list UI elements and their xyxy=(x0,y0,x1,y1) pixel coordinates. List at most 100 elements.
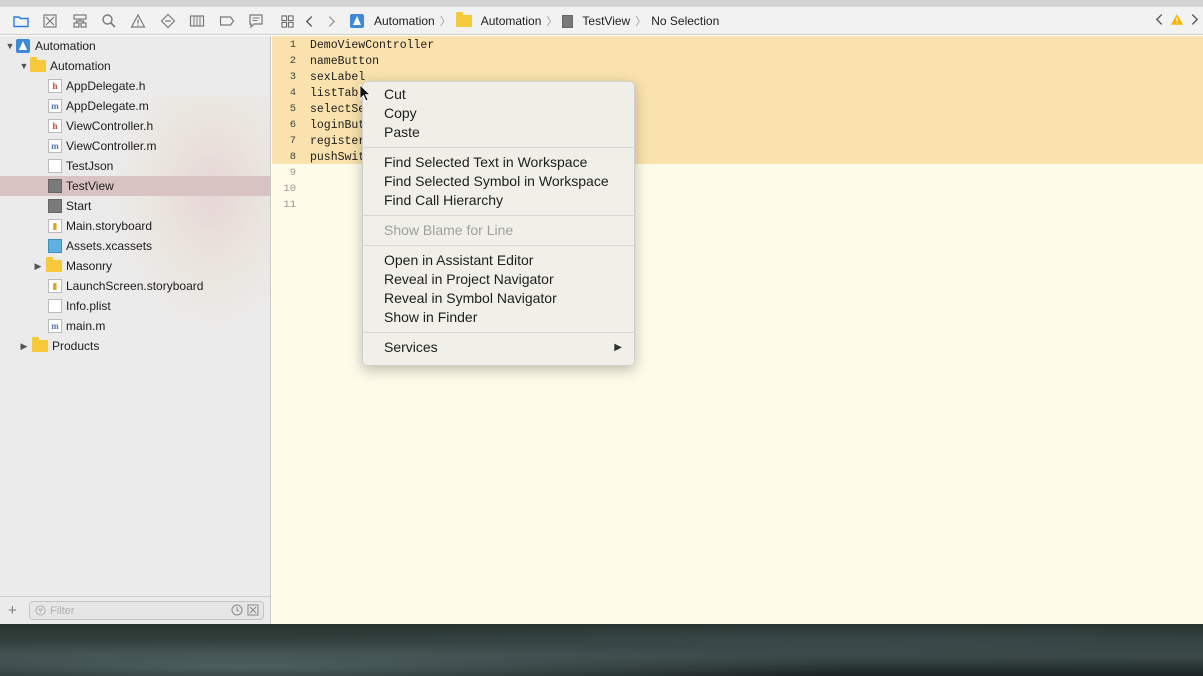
tree-item-group[interactable]: ▼ Automation xyxy=(0,56,270,76)
warning-icon[interactable] xyxy=(1170,13,1184,29)
filter-field[interactable] xyxy=(29,601,264,620)
source-control-icon[interactable] xyxy=(35,7,64,35)
breadcrumb-group-label: Automation xyxy=(480,14,542,28)
report-icon[interactable] xyxy=(242,7,271,35)
tree-item-testjson[interactable]: TestJson xyxy=(0,156,270,176)
tree-item-label: AppDelegate.m xyxy=(66,99,149,113)
header-file-icon: h xyxy=(48,119,62,133)
breadcrumb-selection[interactable]: No Selection xyxy=(651,14,719,28)
line-number: 10 xyxy=(283,183,296,195)
search-icon[interactable] xyxy=(94,7,123,35)
tree-item-testview[interactable]: TestView xyxy=(0,176,270,196)
next-issue-icon[interactable] xyxy=(1190,13,1199,29)
folder-icon xyxy=(32,337,48,352)
desktop-wallpaper xyxy=(0,624,1203,676)
tree-item-assets[interactable]: Assets.xcassets xyxy=(0,236,270,256)
line-text: selectSe xyxy=(310,102,366,116)
menu-item-find-selected-text[interactable]: Find Selected Text in Workspace xyxy=(363,153,634,172)
menu-item-services[interactable]: Services ▶ xyxy=(363,338,634,357)
project-icon xyxy=(350,14,364,28)
forward-arrow-icon[interactable] xyxy=(320,7,342,35)
debug-icon[interactable] xyxy=(183,7,212,35)
tree-item-appdelegate-h[interactable]: h AppDelegate.h xyxy=(0,76,270,96)
issue-icon[interactable] xyxy=(124,7,153,35)
menu-item-open-assistant-editor[interactable]: Open in Assistant Editor xyxy=(363,251,634,270)
tree-item-masonry[interactable]: ▶ Masonry xyxy=(0,256,270,276)
menu-separator xyxy=(363,245,634,246)
code-line[interactable]: 5 selectSe xyxy=(272,101,366,117)
document-icon xyxy=(48,199,62,213)
line-number: 9 xyxy=(289,167,296,179)
disclosure-collapsed-icon[interactable]: ▶ xyxy=(32,261,44,272)
tree-item-viewcontroller-m[interactable]: m ViewController.m xyxy=(0,136,270,156)
previous-issue-icon[interactable] xyxy=(1155,13,1164,29)
menu-item-paste[interactable]: Paste xyxy=(363,123,634,142)
disclosure-expanded-icon[interactable]: ▼ xyxy=(18,61,30,71)
folder-icon[interactable] xyxy=(6,7,35,35)
tree-item-infoplist[interactable]: Info.plist xyxy=(0,296,270,316)
breakpoint-icon[interactable] xyxy=(212,7,241,35)
document-icon xyxy=(48,179,62,193)
tree-item-label: AppDelegate.h xyxy=(66,79,146,93)
tree-item-main-m[interactable]: m main.m xyxy=(0,316,270,336)
menu-item-copy[interactable]: Copy xyxy=(363,104,634,123)
tree-item-project[interactable]: ▼ Automation xyxy=(0,36,270,56)
code-line[interactable]: 3 sexLabel xyxy=(272,69,366,85)
code-line[interactable]: 4 listTab xyxy=(272,85,359,101)
tree-item-products[interactable]: ▶ Products xyxy=(0,336,270,356)
jump-bar: Automation 〉 Automation 〉 TestView 〉 No … xyxy=(276,7,1203,35)
tree-item-label: Info.plist xyxy=(66,299,111,313)
tree-item-label: TestView xyxy=(66,179,114,193)
line-number: 11 xyxy=(283,199,296,211)
menu-item-find-call-hierarchy[interactable]: Find Call Hierarchy xyxy=(363,191,634,210)
symbol-icon[interactable] xyxy=(65,7,94,35)
tree-item-main-storyboard[interactable]: ▮ Main.storyboard xyxy=(0,216,270,236)
breadcrumb-group[interactable]: Automation xyxy=(455,12,542,28)
asset-catalog-icon xyxy=(48,239,62,253)
breadcrumb-project[interactable]: Automation xyxy=(350,14,435,28)
menu-item-cut[interactable]: Cut xyxy=(363,85,634,104)
header-file-icon: h xyxy=(48,79,62,93)
line-text: listTab xyxy=(310,86,359,100)
menu-item-reveal-project-navigator[interactable]: Reveal in Project Navigator xyxy=(363,270,634,289)
tree-item-label: ViewController.m xyxy=(66,139,157,153)
line-number: 3 xyxy=(289,71,296,83)
source-control-filter-icon[interactable] xyxy=(247,604,259,616)
code-line[interactable]: 10 xyxy=(272,181,310,197)
code-line[interactable]: 11 xyxy=(272,197,310,213)
tree-item-viewcontroller-h[interactable]: h ViewController.h xyxy=(0,116,270,136)
navigator-selector xyxy=(0,7,271,35)
disclosure-expanded-icon[interactable]: ▼ xyxy=(4,41,16,51)
add-icon[interactable]: + xyxy=(8,602,17,619)
line-number: 2 xyxy=(289,55,296,67)
back-arrow-icon[interactable] xyxy=(298,7,320,35)
code-line[interactable]: 2 nameButton xyxy=(272,53,379,69)
menu-item-show-in-finder[interactable]: Show in Finder xyxy=(363,308,634,327)
code-line[interactable]: 7 register xyxy=(272,133,366,149)
tree-item-launchscreen[interactable]: ▮ LaunchScreen.storyboard xyxy=(0,276,270,296)
line-text: register xyxy=(310,134,366,148)
filter-input[interactable] xyxy=(50,604,220,617)
xcode-window: Automation 〉 Automation 〉 TestView 〉 No … xyxy=(0,0,1203,624)
code-line[interactable]: 9 xyxy=(272,165,310,181)
tree-item-label: Automation xyxy=(50,59,111,73)
disclosure-collapsed-icon[interactable]: ▶ xyxy=(18,341,30,352)
related-items-icon[interactable] xyxy=(276,7,298,35)
code-line[interactable]: 8 pushSwit xyxy=(272,149,366,165)
menu-item-find-selected-symbol[interactable]: Find Selected Symbol in Workspace xyxy=(363,172,634,191)
menu-separator xyxy=(363,332,634,333)
tree-item-appdelegate-m[interactable]: m AppDelegate.m xyxy=(0,96,270,116)
recent-files-icon[interactable] xyxy=(231,604,243,616)
breadcrumb-file-label: TestView xyxy=(582,14,631,28)
test-icon[interactable] xyxy=(153,7,182,35)
context-menu: Cut Copy Paste Find Selected Text in Wor… xyxy=(362,81,635,366)
code-line[interactable]: 1 DemoViewController xyxy=(272,37,435,53)
tree-item-start[interactable]: Start xyxy=(0,196,270,216)
tree-item-label: Main.storyboard xyxy=(66,219,153,233)
tree-item-label: Masonry xyxy=(66,259,113,273)
title-strip xyxy=(0,0,1203,7)
file-icon xyxy=(562,14,574,28)
code-line[interactable]: 6 loginBut xyxy=(272,117,366,133)
menu-item-reveal-symbol-navigator[interactable]: Reveal in Symbol Navigator xyxy=(363,289,634,308)
breadcrumb-file[interactable]: TestView xyxy=(562,14,630,28)
